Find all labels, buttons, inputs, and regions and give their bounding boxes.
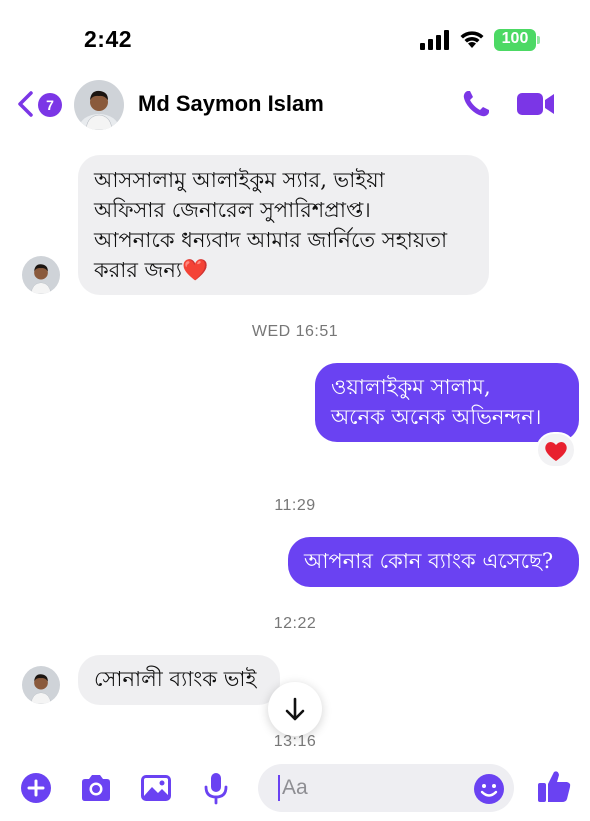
contact-avatar[interactable] (74, 80, 124, 130)
scroll-to-bottom-button[interactable] (268, 682, 322, 736)
timestamp: 13:16 (273, 733, 317, 750)
gallery-icon[interactable] (138, 770, 174, 806)
cellular-signal-icon (420, 30, 449, 50)
timestamp: 11:29 (274, 497, 316, 514)
battery-indicator: 100 (494, 29, 540, 51)
arrow-down-icon (285, 697, 305, 721)
chat-header: 7 Md Saymon Islam (0, 72, 590, 138)
thumbs-up-icon[interactable] (534, 766, 574, 806)
video-camera-icon[interactable] (516, 90, 556, 118)
battery-level: 100 (501, 30, 529, 47)
heart-reaction[interactable] (536, 432, 576, 468)
outgoing-message[interactable]: আপনার কোন ব্যাংক এসেছে? (288, 537, 579, 587)
incoming-message[interactable]: আসসালামু আলাইকুম স্যার, ভাইয়া অফিসার জে… (78, 155, 489, 295)
heart-icon (545, 442, 567, 461)
microphone-icon[interactable] (198, 770, 234, 806)
status-time: 2:42 (84, 26, 133, 52)
outgoing-message[interactable]: ওয়ালাইকুম সালাম, অনেক অনেক অভিনন্দন। (315, 363, 579, 442)
message-composer: Aa (0, 752, 590, 821)
camera-icon[interactable] (78, 770, 114, 806)
phone-icon[interactable] (460, 88, 492, 120)
sender-avatar[interactable] (22, 256, 60, 294)
message-input-placeholder: Aa (278, 775, 308, 801)
back-chevron-icon[interactable] (16, 90, 34, 118)
contact-name[interactable]: Md Saymon Islam (138, 91, 324, 117)
timestamp: WED 16:51 (251, 323, 339, 340)
wifi-icon (460, 31, 484, 48)
incoming-message[interactable]: সোনালী ব্যাংক ভাই (78, 655, 280, 705)
emoji-icon[interactable] (472, 772, 506, 806)
sender-avatar[interactable] (22, 666, 60, 704)
status-bar: 2:42 100 (0, 0, 590, 70)
timestamp: 12:22 (273, 615, 317, 632)
unread-count-badge[interactable]: 7 (38, 93, 62, 117)
message-input[interactable]: Aa (258, 764, 514, 812)
plus-icon[interactable] (18, 770, 54, 806)
